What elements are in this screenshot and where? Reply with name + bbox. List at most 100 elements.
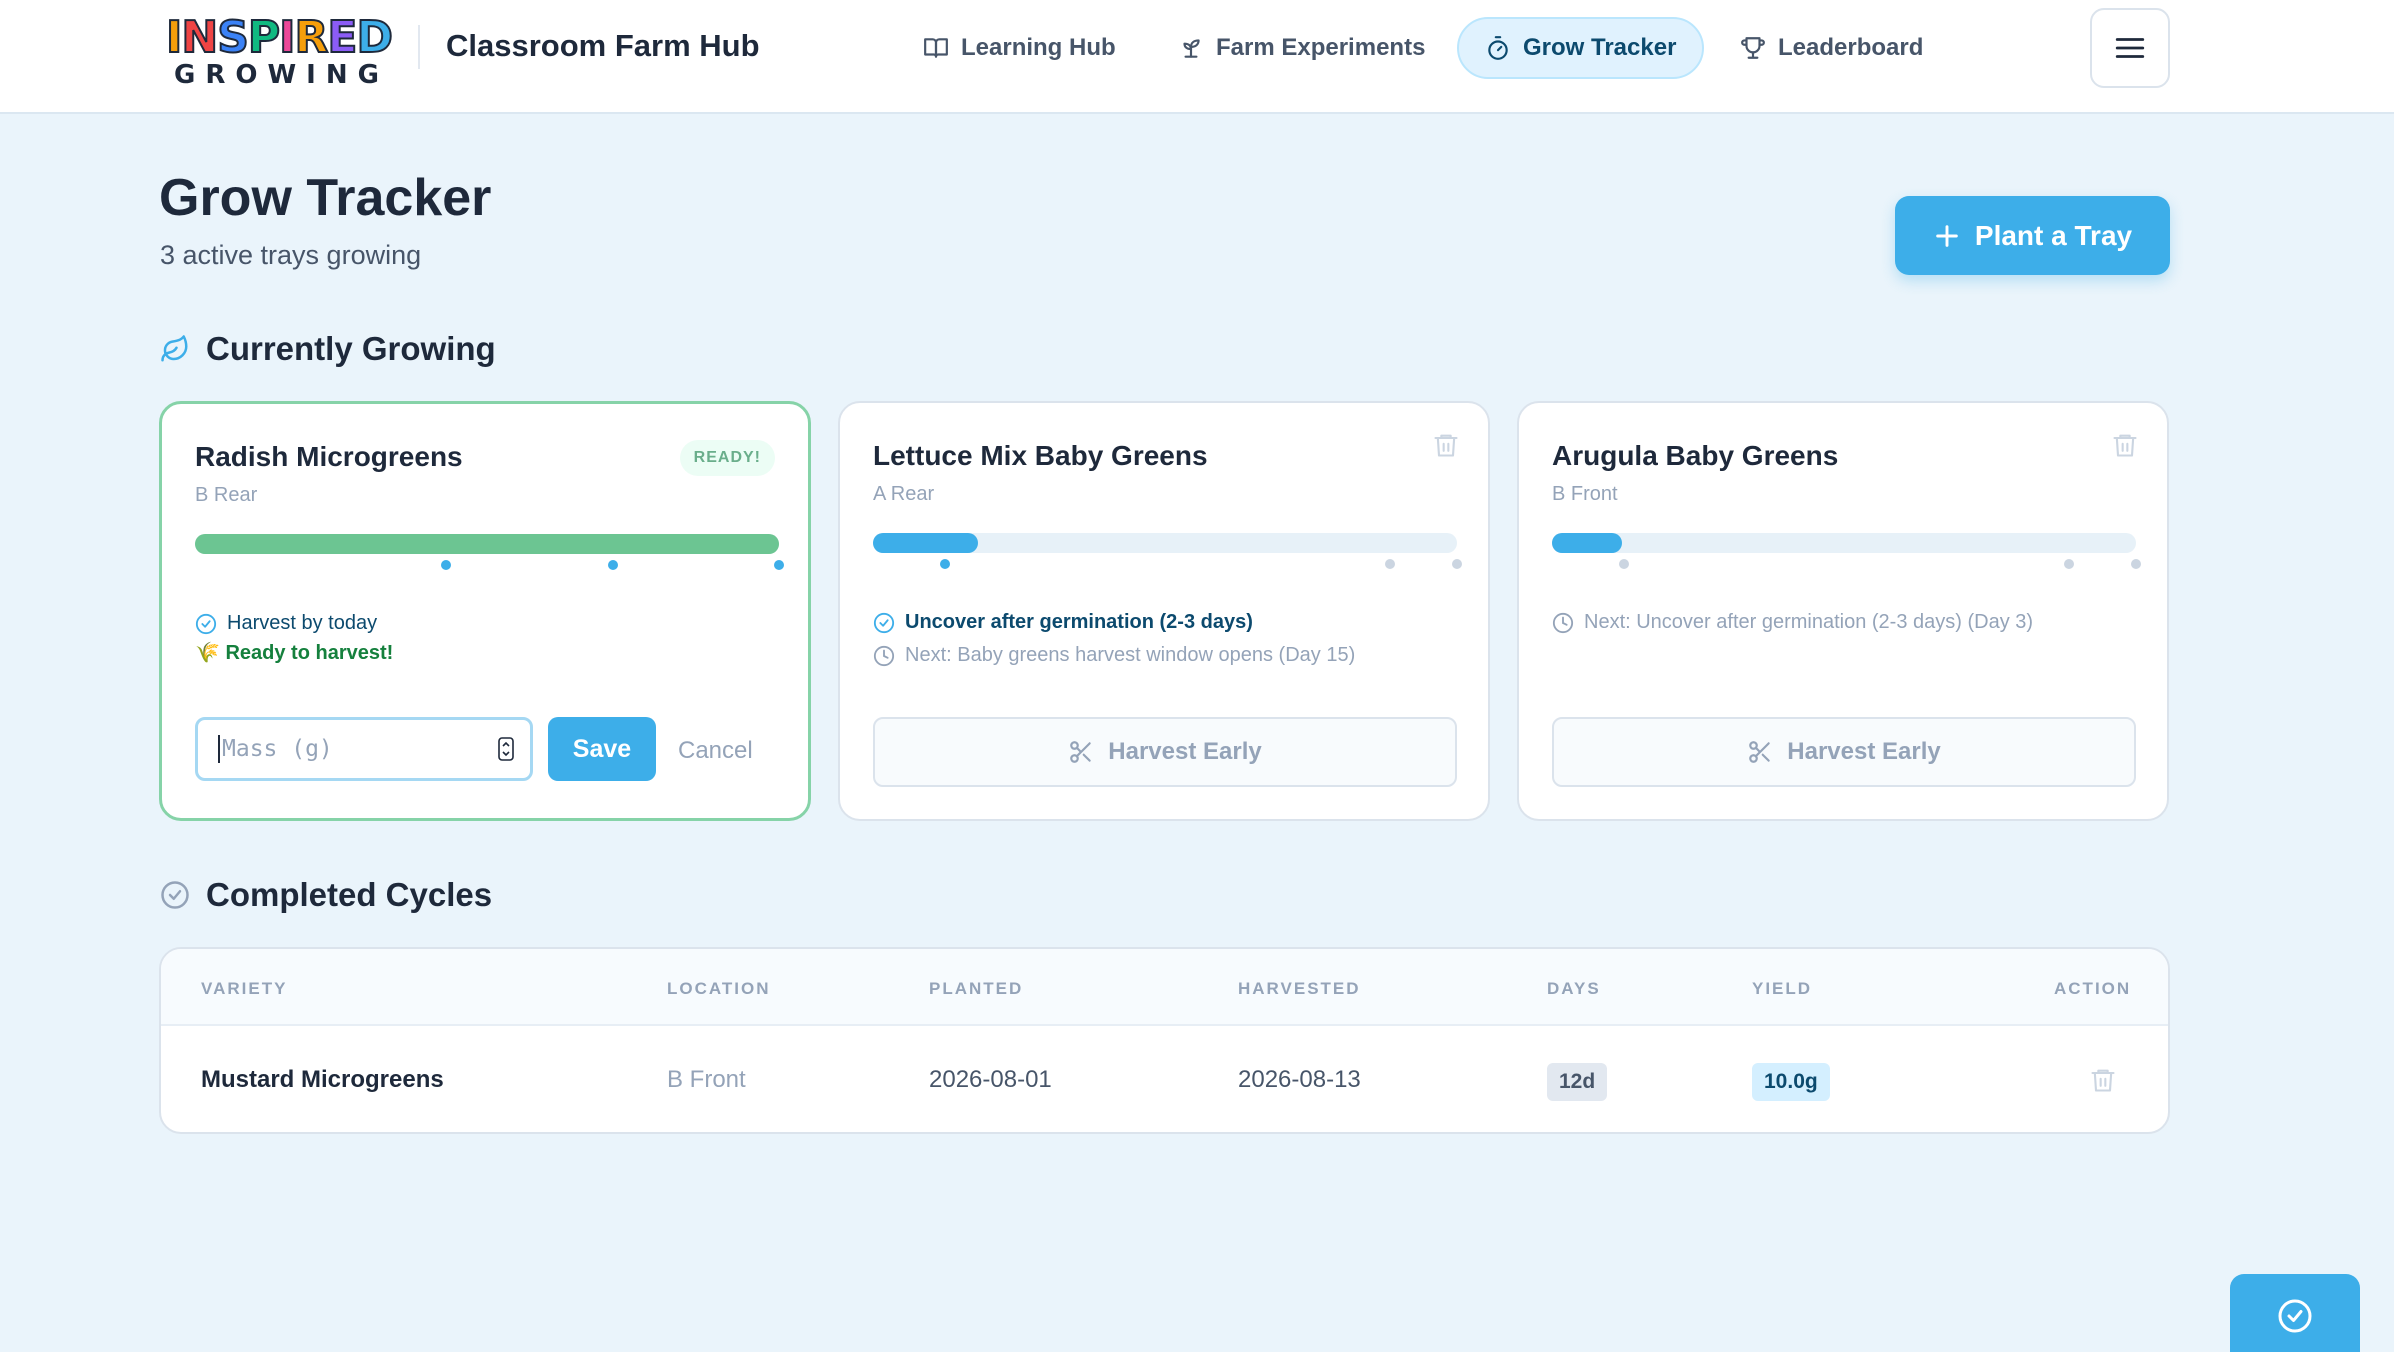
- app-title: Classroom Farm Hub: [446, 28, 760, 63]
- floating-check-button[interactable]: [2230, 1274, 2360, 1352]
- cell-planted: 2026-08-01: [929, 1066, 1052, 1093]
- next-milestone: Next: Baby greens harvest window opens (…: [873, 644, 1355, 667]
- nav-grow-tracker-label: Grow Tracker: [1523, 34, 1677, 61]
- growth-progress-fill: [195, 534, 779, 554]
- nav-learning-hub-label: Learning Hub: [961, 34, 1116, 61]
- nav-grow-tracker[interactable]: Grow Tracker: [1457, 17, 1705, 79]
- growth-progress-bar: [195, 534, 779, 554]
- tray-location: B Rear: [195, 484, 258, 506]
- check-circle-icon: [873, 612, 895, 633]
- currently-growing-heading: Currently Growing: [160, 330, 496, 368]
- column-header-planted: PLANTED: [929, 979, 1024, 998]
- save-button[interactable]: Save: [548, 717, 656, 781]
- tray-location: B Front: [1552, 483, 1618, 505]
- milestone-dot: [774, 560, 784, 570]
- book-icon: [924, 38, 948, 58]
- harvest-early-button[interactable]: Harvest Early: [1552, 717, 2136, 787]
- tray-card-arugula: Arugula Baby Greens B Front Next: Uncove…: [1517, 401, 2169, 821]
- days-badge: 12d: [1547, 1063, 1608, 1101]
- next-milestone: Next: Uncover after germination (2-3 day…: [1552, 611, 2033, 634]
- milestone-dot: [2131, 559, 2141, 569]
- column-header-variety: VARIETY: [201, 979, 288, 998]
- mass-placeholder: Mass (g): [222, 736, 333, 762]
- tray-name: Arugula Baby Greens: [1552, 440, 1839, 471]
- check-circle-icon: [161, 881, 189, 909]
- clock-icon: [1552, 612, 1574, 633]
- ready-to-harvest: 🌾 Ready to harvest!: [195, 640, 393, 665]
- harvest-status: Harvest by today: [195, 612, 377, 635]
- cell-variety: Mustard Microgreens: [201, 1066, 444, 1093]
- hamburger-menu-button[interactable]: [2090, 8, 2170, 88]
- harvest-early-button[interactable]: Harvest Early: [873, 717, 1457, 787]
- table-header: VARIETY LOCATION PLANTED HARVESTED DAYS …: [161, 949, 2168, 1026]
- page-subtitle: 3 active trays growing: [160, 240, 422, 270]
- completed-cycles-heading: Completed Cycles: [160, 876, 492, 914]
- logo-wordmark: INSPIRED: [165, 12, 394, 63]
- nav-farm-experiments-label: Farm Experiments: [1216, 34, 1426, 61]
- growth-progress-fill: [873, 533, 979, 553]
- next-milestone-text: Next: Baby greens harvest window opens (…: [905, 644, 1356, 666]
- column-header-harvested: HARVESTED: [1238, 979, 1361, 998]
- plant-a-tray-label: Plant a Tray: [1974, 219, 2133, 251]
- harvest-early-label: Harvest Early: [1108, 738, 1262, 765]
- inspired-growing-logo[interactable]: INSPIRED GROWING: [165, 13, 394, 91]
- nav-divider: [418, 25, 420, 69]
- scissors-icon: [1749, 741, 1771, 763]
- nav-learning-hub[interactable]: Learning Hub: [895, 17, 1144, 79]
- current-task-text: Uncover after germination (2-3 days): [905, 611, 1253, 633]
- milestone-dot: [1452, 559, 1462, 569]
- growth-progress-bar: [1552, 533, 2136, 553]
- milestone-dot: [608, 560, 618, 570]
- clock-icon: [873, 645, 895, 666]
- completed-cycles-table: VARIETY LOCATION PLANTED HARVESTED DAYS …: [159, 947, 2170, 1134]
- mass-input[interactable]: Mass (g): [195, 717, 533, 781]
- ready-badge: READY!: [679, 440, 775, 476]
- check-circle-icon: [2278, 1299, 2312, 1333]
- sprout-icon: [1183, 39, 1200, 58]
- tray-card-radish: Radish Microgreens B Rear READY! Harvest…: [159, 401, 811, 821]
- trash-icon[interactable]: [2089, 1066, 2117, 1094]
- tray-card-lettuce: Lettuce Mix Baby Greens A Rear Uncover a…: [838, 401, 1490, 821]
- milestone-dot: [940, 559, 950, 569]
- tray-location: A Rear: [873, 483, 935, 505]
- column-header-action: ACTION: [2054, 979, 2132, 998]
- nav-leaderboard[interactable]: Leaderboard: [1712, 17, 1951, 79]
- menu-icon: [2115, 38, 2145, 58]
- growth-progress-bar: [873, 533, 1457, 553]
- logo-subword: GROWING: [174, 60, 389, 90]
- column-header-yield: YIELD: [1752, 979, 1813, 998]
- nav-farm-experiments[interactable]: Farm Experiments: [1150, 17, 1453, 79]
- ready-to-harvest-text: 🌾 Ready to harvest!: [195, 642, 394, 664]
- harvest-status-text: Harvest by today: [227, 612, 378, 634]
- currently-growing-title: Currently Growing: [206, 330, 496, 367]
- top-nav: INSPIRED GROWING Classroom Farm Hub Lear…: [0, 0, 2394, 114]
- page-title: Grow Tracker: [159, 169, 492, 227]
- scissors-icon: [1070, 741, 1092, 763]
- milestone-dot: [1385, 559, 1395, 569]
- yield-badge: 10.0g: [1752, 1063, 1830, 1101]
- milestone-dot: [441, 560, 451, 570]
- number-spinner-icon[interactable]: [498, 737, 514, 761]
- milestone-dot: [2064, 559, 2074, 569]
- column-header-location: LOCATION: [667, 979, 771, 998]
- harvest-early-label: Harvest Early: [1787, 738, 1941, 765]
- growth-progress-fill: [1552, 533, 1623, 553]
- nav-leaderboard-label: Leaderboard: [1778, 34, 1924, 61]
- tray-name: Lettuce Mix Baby Greens: [873, 440, 1208, 471]
- current-task: Uncover after germination (2-3 days): [873, 611, 1253, 634]
- cell-harvested: 2026-08-13: [1238, 1066, 1361, 1093]
- plus-icon: [1936, 224, 1958, 247]
- plant-a-tray-button[interactable]: Plant a Tray: [1895, 196, 2170, 275]
- column-header-days: DAYS: [1547, 979, 1601, 998]
- text-caret: [218, 735, 220, 763]
- trophy-icon: [1741, 37, 1765, 59]
- tray-name: Radish Microgreens: [195, 441, 463, 472]
- next-milestone-text: Next: Uncover after germination (2-3 day…: [1584, 611, 2034, 633]
- timer-icon: [1488, 36, 1508, 60]
- trash-icon[interactable]: [1432, 431, 1460, 459]
- trash-icon[interactable]: [2111, 431, 2139, 459]
- cell-location: B Front: [667, 1066, 746, 1093]
- milestone-dot: [1619, 559, 1629, 569]
- check-circle-icon: [195, 613, 217, 634]
- cancel-button[interactable]: Cancel: [678, 737, 753, 765]
